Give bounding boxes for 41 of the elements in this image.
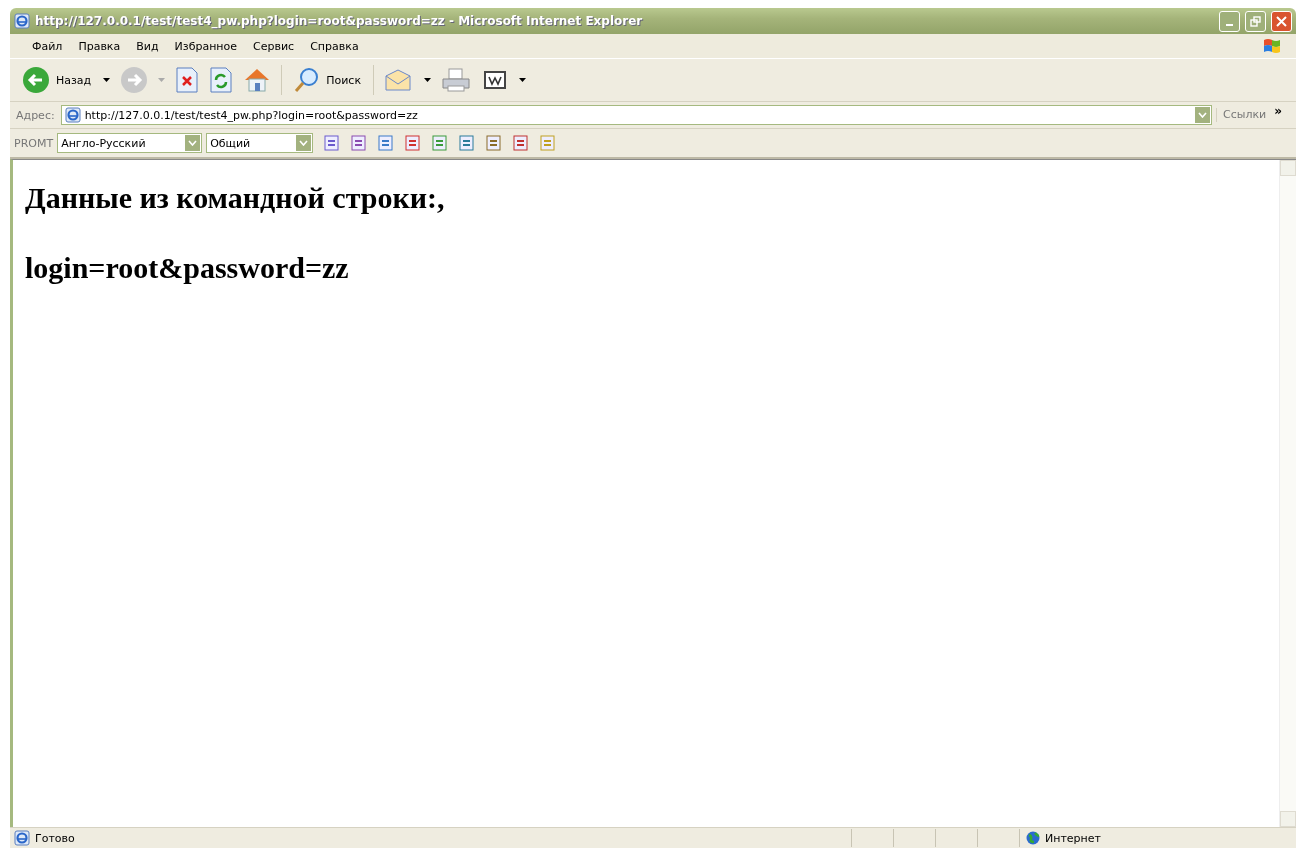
page-icon bbox=[64, 107, 81, 123]
refresh-button[interactable] bbox=[209, 67, 234, 93]
menu-item[interactable]: Вид bbox=[128, 37, 167, 55]
menu-item[interactable]: Файл bbox=[24, 37, 71, 55]
address-label: Адрес: bbox=[15, 108, 56, 122]
restore-button[interactable] bbox=[1245, 10, 1266, 32]
chevron-down-icon[interactable] bbox=[299, 140, 309, 146]
dropdown-arrow-icon[interactable] bbox=[103, 78, 111, 82]
page-text: login=root&password=zz bbox=[25, 251, 350, 285]
menu-item[interactable]: Избранное bbox=[166, 37, 246, 55]
menu-item[interactable]: Справка bbox=[302, 37, 367, 55]
dropdown-arrow-icon[interactable] bbox=[424, 78, 432, 82]
back-button[interactable]: Назад bbox=[20, 64, 94, 96]
minimize-icon bbox=[1226, 23, 1233, 26]
window-title: http://127.0.0.1/test/test4_pw.php?login=root&password=zz - Microsoft Internet Explorer bbox=[35, 14, 644, 28]
windows-logo-icon bbox=[1262, 37, 1282, 55]
stop-button[interactable] bbox=[175, 67, 200, 93]
search-button[interactable]: Поиск bbox=[292, 65, 364, 95]
globe-icon bbox=[1026, 831, 1040, 845]
menu-item[interactable]: Правка bbox=[70, 37, 129, 55]
page-text: Данные из командной строки:, bbox=[25, 181, 446, 215]
chevron-down-icon[interactable] bbox=[1198, 112, 1207, 118]
status-text: Готово bbox=[35, 831, 75, 845]
print-button[interactable] bbox=[441, 67, 472, 93]
close-icon bbox=[1276, 15, 1287, 27]
minimize-button[interactable] bbox=[1219, 10, 1240, 32]
promt-label: PROMT bbox=[14, 136, 54, 150]
browser-icon bbox=[14, 13, 30, 29]
page-icon bbox=[14, 830, 30, 846]
address-field[interactable]: http://127.0.0.1/test/test4_pw.php?login=root&password=zz bbox=[60, 105, 1212, 125]
chevron-down-icon[interactable] bbox=[188, 140, 198, 146]
menu-item[interactable]: Сервис bbox=[245, 37, 303, 55]
more-chevron[interactable]: » bbox=[1274, 104, 1282, 118]
restore-icon bbox=[1250, 15, 1261, 27]
dropdown-arrow-icon[interactable] bbox=[519, 78, 527, 82]
search-icon bbox=[294, 67, 321, 93]
direction-dropdown[interactable]: Англо-Русский bbox=[57, 133, 203, 153]
zone-text: Интернет bbox=[1045, 831, 1101, 845]
topic-dropdown[interactable]: Общий bbox=[206, 133, 314, 153]
links-button[interactable]: Ссылки bbox=[1223, 108, 1267, 122]
close-button[interactable] bbox=[1271, 10, 1292, 32]
